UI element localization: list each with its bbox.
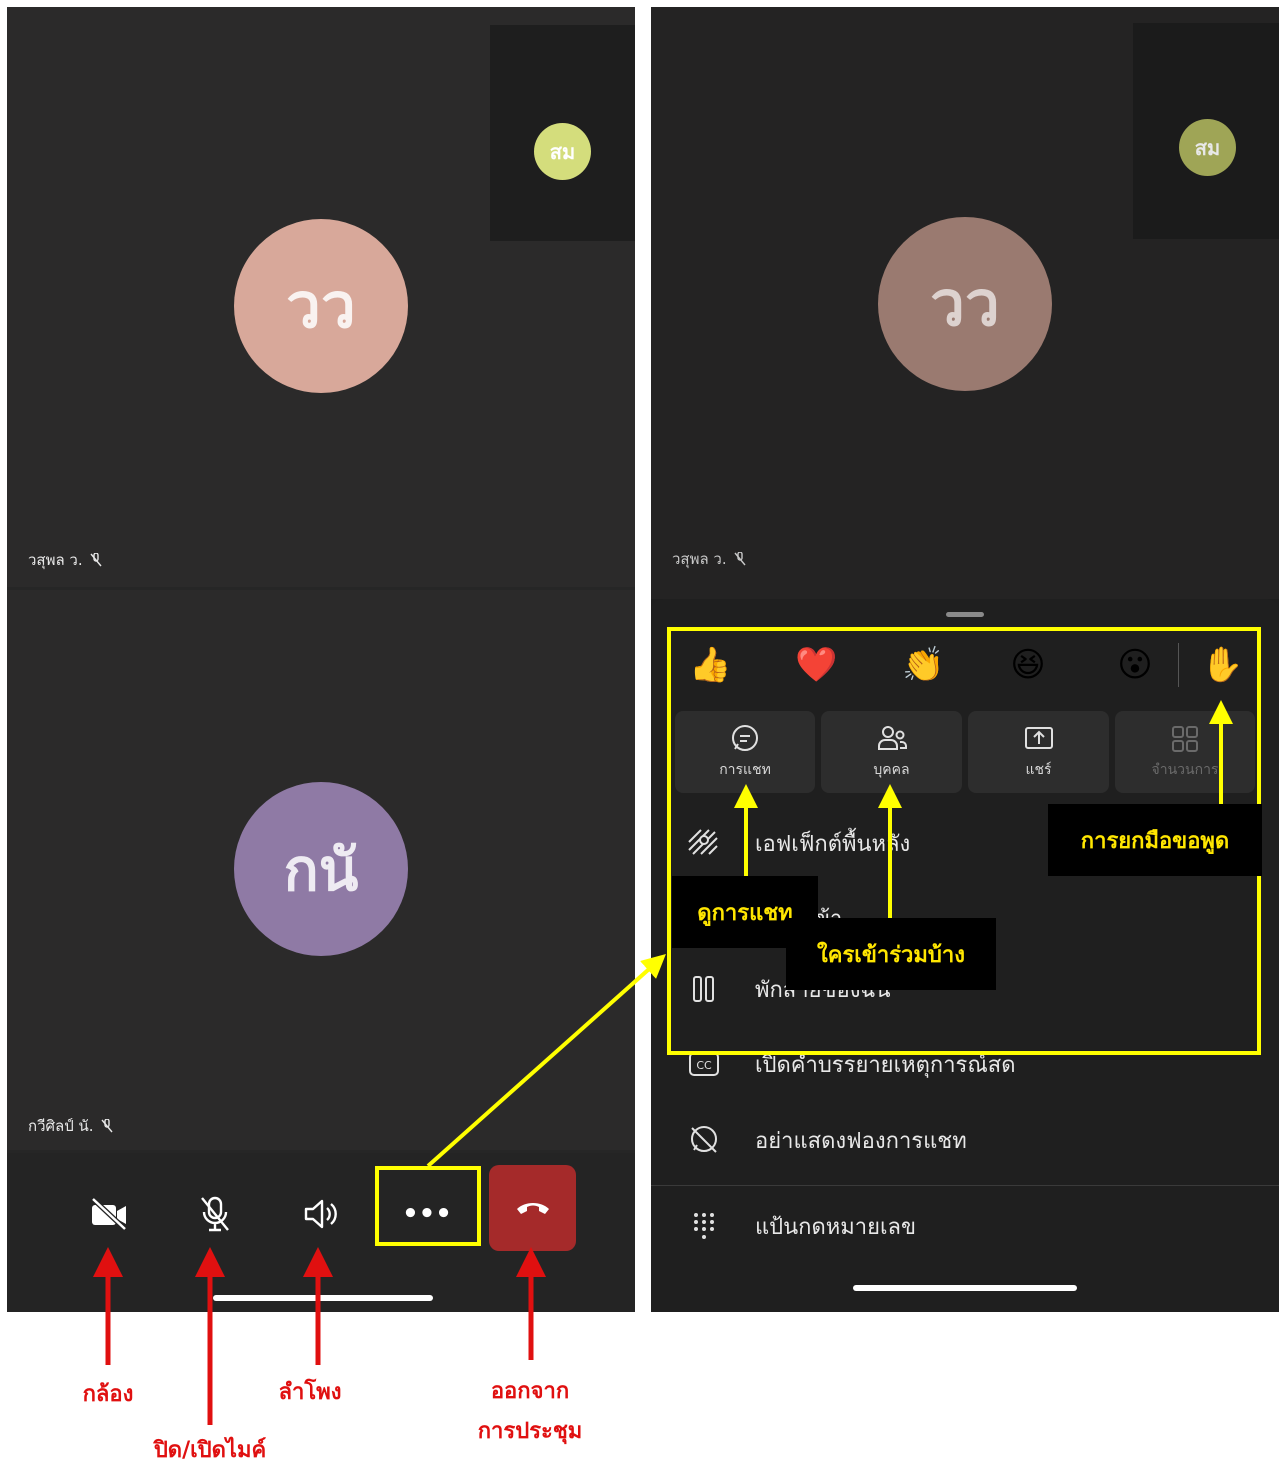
leave-annotation-line1: ออกจาก bbox=[490, 1379, 570, 1404]
camera-annotation: กล้อง bbox=[60, 1376, 156, 1411]
leave-annotation-line2: การประชุม bbox=[477, 1419, 583, 1444]
speaker-annotation: ลำโพง bbox=[260, 1374, 360, 1409]
speaker-annotation-label: ลำโพง bbox=[278, 1380, 342, 1405]
leave-annotation: ออกจาก การประชุม bbox=[460, 1372, 600, 1452]
people-callout: ใครเข้าร่วมบ้าง bbox=[786, 918, 996, 990]
people-callout-label: ใครเข้าร่วมบ้าง bbox=[817, 942, 965, 968]
more-to-sheet-arrow bbox=[426, 954, 666, 1168]
raise-hand-callout: การยกมือขอพูด bbox=[1048, 804, 1262, 876]
mic-annotation-label: ปิด/เปิดไมค์ bbox=[153, 1438, 267, 1463]
raise-hand-callout-label: การยกมือขอพูด bbox=[1080, 828, 1230, 854]
chat-callout-label: ดูการแชท bbox=[697, 900, 793, 926]
camera-annotation-label: กล้อง bbox=[82, 1382, 134, 1407]
mic-annotation: ปิด/เปิดไมค์ bbox=[130, 1432, 290, 1467]
